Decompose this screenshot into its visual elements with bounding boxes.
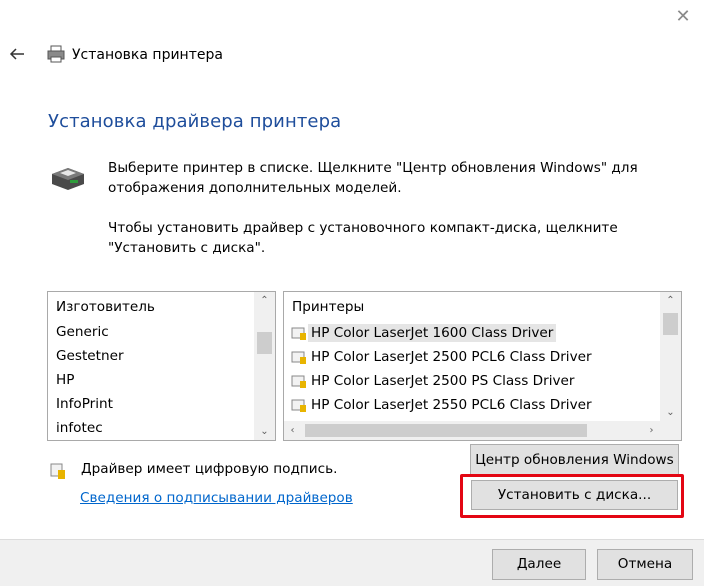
printer-name: HP Color LaserJet 2550 PCL6 Class Driver xyxy=(311,397,592,413)
printer-icon xyxy=(47,45,65,63)
horizontal-scrollbar[interactable]: ‹ › xyxy=(284,421,660,440)
list-item[interactable]: HP Color LaserJet 2500 PCL6 Class Driver xyxy=(287,345,595,369)
scroll-down-icon[interactable]: ⌄ xyxy=(660,404,681,421)
scroll-thumb[interactable] xyxy=(663,313,678,335)
scroll-up-icon[interactable]: ⌃ xyxy=(254,292,275,309)
list-item-selected[interactable]: HP xyxy=(56,371,124,395)
instructions: Выберите принтер в списке. Щелкните "Цен… xyxy=(108,158,668,278)
printer-list[interactable]: Принтеры HP Color LaserJet 1600 Class Dr… xyxy=(283,291,682,441)
scroll-right-icon[interactable]: › xyxy=(643,421,660,440)
list-item[interactable]: Gestetner xyxy=(56,347,124,371)
list-item[interactable]: HP Color LaserJet 2500 PS Class Driver xyxy=(287,369,595,393)
list-item[interactable]: Generic xyxy=(56,323,124,347)
list-item-selected[interactable]: HP Color LaserJet 1600 Class Driver xyxy=(287,321,595,345)
list-item[interactable]: HP Color LaserJet 2550 PCL6 Class Driver xyxy=(287,393,595,417)
windows-update-button[interactable]: Центр обновления Windows xyxy=(470,444,679,477)
next-button[interactable]: Далее xyxy=(492,549,586,580)
instruction-text-1: Выберите принтер в списке. Щелкните "Цен… xyxy=(108,160,638,196)
page-title: Установка драйвера принтера xyxy=(48,111,342,132)
cancel-button[interactable]: Отмена xyxy=(597,549,693,580)
vertical-scrollbar[interactable]: ⌃ ⌄ xyxy=(660,292,681,421)
scroll-down-icon[interactable]: ⌄ xyxy=(254,423,275,440)
signed-driver-icon xyxy=(291,327,306,340)
printer-list-header: Принтеры xyxy=(292,299,365,315)
printer-name: HP Color LaserJet 2500 PS Class Driver xyxy=(311,373,575,389)
scroll-up-icon[interactable]: ⌃ xyxy=(660,292,681,309)
driver-signing-link[interactable]: Сведения о подписывании драйверов xyxy=(80,490,353,506)
signed-driver-icon xyxy=(291,375,306,388)
scrollbar-corner xyxy=(660,421,681,440)
close-button[interactable]: ✕ xyxy=(672,6,694,28)
scroll-thumb[interactable] xyxy=(305,424,587,437)
close-icon: ✕ xyxy=(675,6,691,27)
printer-name: HP Color LaserJet 1600 Class Driver xyxy=(308,324,557,342)
vertical-scrollbar[interactable]: ⌃ ⌄ xyxy=(254,292,275,440)
signature-status: Драйвер имеет цифровую подпись. xyxy=(81,461,338,477)
back-button[interactable] xyxy=(8,45,26,63)
window-title: Установка принтера xyxy=(72,47,223,63)
printer-device-icon xyxy=(52,168,84,190)
list-item[interactable]: InfoPrint xyxy=(56,395,124,419)
back-arrow-icon xyxy=(9,48,24,60)
manufacturer-list-header: Изготовитель xyxy=(56,299,155,315)
scroll-thumb[interactable] xyxy=(257,332,272,354)
scroll-left-icon[interactable]: ‹ xyxy=(284,421,301,440)
list-item[interactable]: infotec xyxy=(56,419,124,440)
manufacturer-list[interactable]: Изготовитель Generic Gestetner HP InfoPr… xyxy=(47,291,276,441)
printer-name: HP Color LaserJet 2500 PCL6 Class Driver xyxy=(311,349,592,365)
instruction-text-2: Чтобы установить драйвер с установочного… xyxy=(108,220,618,256)
signed-driver-icon xyxy=(50,463,65,479)
highlight-annotation xyxy=(460,474,684,518)
signed-driver-icon xyxy=(291,399,306,412)
signed-driver-icon xyxy=(291,351,306,364)
